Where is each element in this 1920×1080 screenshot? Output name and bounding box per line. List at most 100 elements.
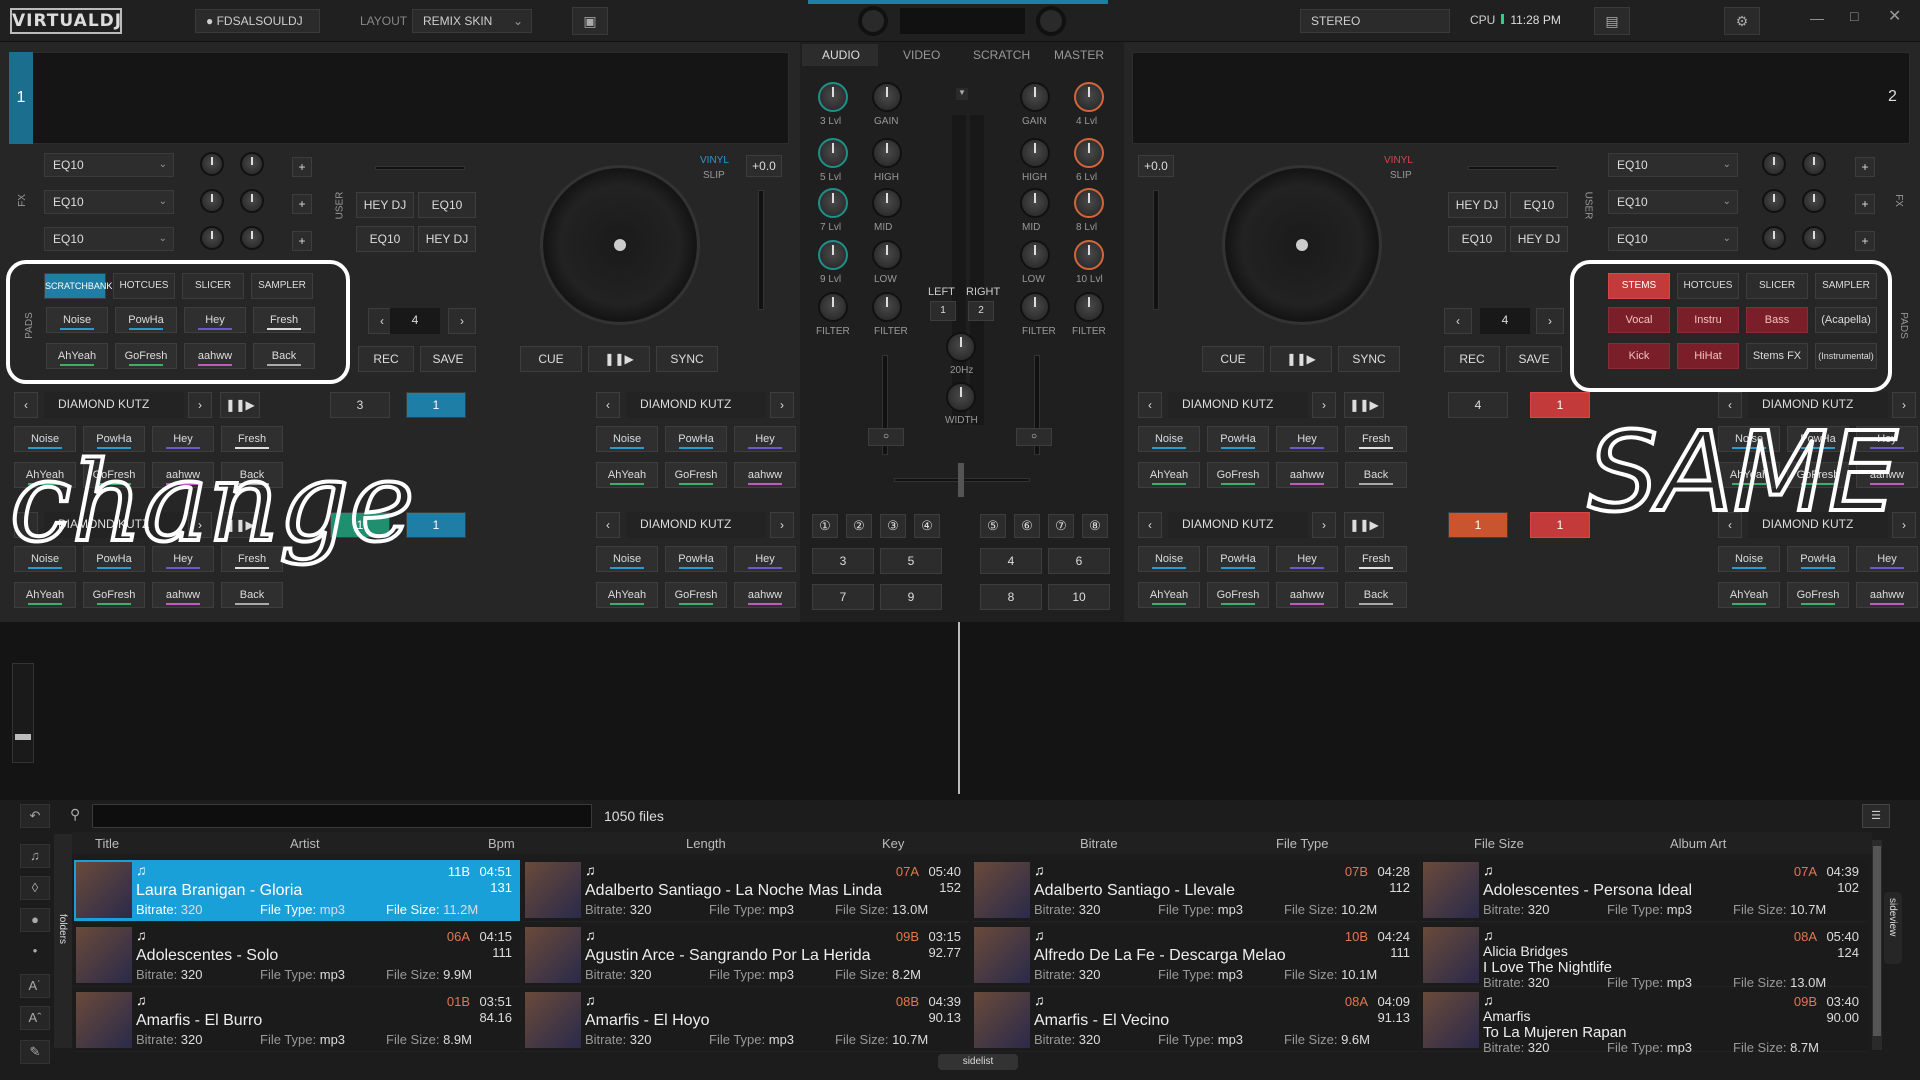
stem-pad-button[interactable]: (Acapella)	[1815, 307, 1877, 333]
sample-pad-button[interactable]: Fresh	[1345, 426, 1407, 452]
pad-button[interactable]: GoFresh	[115, 343, 177, 369]
fx-knob[interactable]	[200, 189, 224, 213]
next-icon[interactable]: ›	[1892, 512, 1916, 538]
track-tile[interactable]: ♫ 01B 03:51 84.16 Amarfis - El Burro Bitrate:…	[74, 990, 520, 1052]
folders-tab[interactable]: folders	[54, 834, 72, 1048]
sample-slot-number[interactable]: 1	[406, 392, 466, 418]
stem-pad-button[interactable]: Bass	[1746, 307, 1808, 333]
user-button[interactable]: EQ10	[356, 226, 414, 252]
mixer-pad[interactable]: 7	[812, 584, 874, 610]
mixer-pad[interactable]: 3	[812, 548, 874, 574]
sample-pad-button[interactable]: aahww	[152, 582, 214, 608]
mixer-pad[interactable]: 10	[1048, 584, 1110, 610]
hotcue-circle-button[interactable]: ④	[914, 514, 940, 538]
next-icon[interactable]: ›	[1892, 392, 1916, 418]
chevron-down-icon[interactable]: ▼	[956, 88, 968, 100]
stem-pad-button[interactable]: Instru	[1677, 307, 1739, 333]
gear-icon[interactable]: ⚙	[1724, 7, 1760, 35]
column-header[interactable]: Bpm	[488, 836, 515, 851]
vinyl-label-2[interactable]: VINYL	[1384, 155, 1413, 166]
sample-pad-button[interactable]: Noise	[1718, 426, 1780, 452]
sample-play-button[interactable]: ❚❚▶	[1344, 512, 1384, 538]
sample-pad-button[interactable]: Noise	[14, 546, 76, 572]
column-header[interactable]: Album Art	[1670, 836, 1726, 851]
stem-pad-button[interactable]: HiHat	[1677, 343, 1739, 369]
level-knob[interactable]	[818, 240, 848, 270]
stem-pad-button[interactable]: Vocal	[1608, 307, 1670, 333]
sync-button-1[interactable]: SYNC	[656, 346, 718, 372]
fx-slot-3[interactable]: EQ10 ⌄	[44, 227, 174, 251]
level-knob[interactable]	[818, 138, 848, 168]
track-tile[interactable]: ♫ 11B 04:51 131 Laura Branigan - Gloria Bitra…	[74, 860, 520, 922]
sample-pad-button[interactable]: Hey	[152, 546, 214, 572]
fx-knob[interactable]	[240, 226, 264, 250]
sample-pad-button[interactable]: GoFresh	[1787, 462, 1849, 488]
sample-pad-button[interactable]: PowHa	[665, 546, 727, 572]
sample-pad-button[interactable]: Fresh	[1345, 546, 1407, 572]
sample-pad-button[interactable]: GoFresh	[83, 582, 145, 608]
hotcue-circle-button[interactable]: ⑧	[1082, 514, 1108, 538]
sample-pad-button[interactable]: Fresh	[221, 426, 283, 452]
play-button-2[interactable]: ❚❚▶	[1270, 346, 1332, 372]
edit-icon[interactable]: ✎	[20, 1040, 50, 1064]
fx-slot-1[interactable]: EQ10 ⌄	[44, 153, 174, 177]
fx-add-button[interactable]: +	[1855, 157, 1875, 177]
sync-button-2[interactable]: SYNC	[1338, 346, 1400, 372]
hotcue-circle-button[interactable]: ③	[880, 514, 906, 538]
cue-button-1[interactable]: CUE	[520, 346, 582, 372]
sample-pad-button[interactable]: PowHa	[1787, 426, 1849, 452]
mixer-pad[interactable]: 8	[980, 584, 1042, 610]
eq-knob[interactable]	[872, 138, 902, 168]
font-size-down-icon[interactable]: A˙	[20, 974, 50, 998]
tab-scratch[interactable]: SCRATCH	[973, 48, 1030, 62]
sample-pad-button[interactable]: AhYeah	[14, 582, 76, 608]
stereo-indicator[interactable]: STEREO	[1300, 9, 1450, 33]
sample-pad-button[interactable]: Hey	[152, 426, 214, 452]
sample-pad-button[interactable]: GoFresh	[665, 462, 727, 488]
sample-pad-button[interactable]: Back	[1345, 462, 1407, 488]
prev-icon[interactable]: ‹	[14, 392, 38, 418]
track-tile[interactable]: ♫ 08A 05:40 124 Alicia Bridges I Love The Nig…	[1421, 925, 1867, 990]
music-note-icon[interactable]: ♫	[20, 844, 50, 868]
track-tile[interactable]: ♫ 09B 03:40 90.00 Amarfis To La Mujeren Rapan…	[1421, 990, 1867, 1055]
pad-tab-stems[interactable]: STEMS	[1608, 273, 1670, 299]
fx-slot-1[interactable]: EQ10 ⌄	[1608, 153, 1738, 177]
search-input[interactable]	[92, 804, 592, 828]
sample-pad-button[interactable]: Back	[221, 582, 283, 608]
pad-tab-sampler[interactable]: SAMPLER	[1815, 273, 1877, 299]
sample-pad-button[interactable]: Hey	[734, 426, 796, 452]
user-button[interactable]: EQ10	[1448, 226, 1506, 252]
pad-tab-scratchbank[interactable]: SCRATCHBANK	[44, 273, 112, 299]
sample-pad-button[interactable]: aahww	[1276, 582, 1338, 608]
user-slider[interactable]	[1468, 166, 1558, 170]
fx-knob[interactable]	[1802, 189, 1826, 213]
pad-button[interactable]: Hey	[184, 307, 246, 333]
mixer-pad[interactable]: 4	[980, 548, 1042, 574]
headphone-icon[interactable]: ○	[868, 428, 904, 446]
sample-pad-button[interactable]: GoFresh	[1207, 462, 1269, 488]
play-button-1[interactable]: ❚❚▶	[588, 346, 650, 372]
user-button[interactable]: EQ10	[1510, 192, 1568, 218]
track-tile[interactable]: ♫ 08B 04:39 90.13 Amarfis - El Hoyo Bitrate: …	[523, 990, 969, 1052]
tab-master[interactable]: MASTER	[1054, 48, 1104, 62]
hotcue-circle-button[interactable]: ⑤	[980, 514, 1006, 538]
track-tile[interactable]: ♫ 06A 04:15 111 Adolescentes - Solo Bitrate: …	[74, 925, 520, 987]
eq-knob[interactable]	[872, 188, 902, 218]
sample-play-button[interactable]: ❚❚▶	[220, 512, 260, 538]
fx-knob[interactable]	[240, 189, 264, 213]
prev-icon[interactable]: ‹	[14, 512, 38, 538]
sample-pad-button[interactable]: GoFresh	[83, 462, 145, 488]
fx-knob[interactable]	[1762, 152, 1786, 176]
eq-knob[interactable]	[872, 292, 902, 322]
sample-pad-button[interactable]: Noise	[1138, 426, 1200, 452]
pitch-slider-1[interactable]	[758, 190, 764, 310]
loop-size[interactable]: 4	[390, 308, 440, 334]
font-size-up-icon[interactable]: Aˆ	[20, 1006, 50, 1030]
close-icon[interactable]: ✕	[1888, 6, 1901, 26]
jog-wheel-1[interactable]	[540, 165, 700, 325]
level-knob[interactable]	[818, 82, 848, 112]
level-knob[interactable]	[1074, 292, 1104, 322]
calendar-icon[interactable]: ▤	[1594, 7, 1630, 35]
stem-pad-button[interactable]: Kick	[1608, 343, 1670, 369]
loop-next-icon[interactable]: ›	[1536, 308, 1564, 334]
